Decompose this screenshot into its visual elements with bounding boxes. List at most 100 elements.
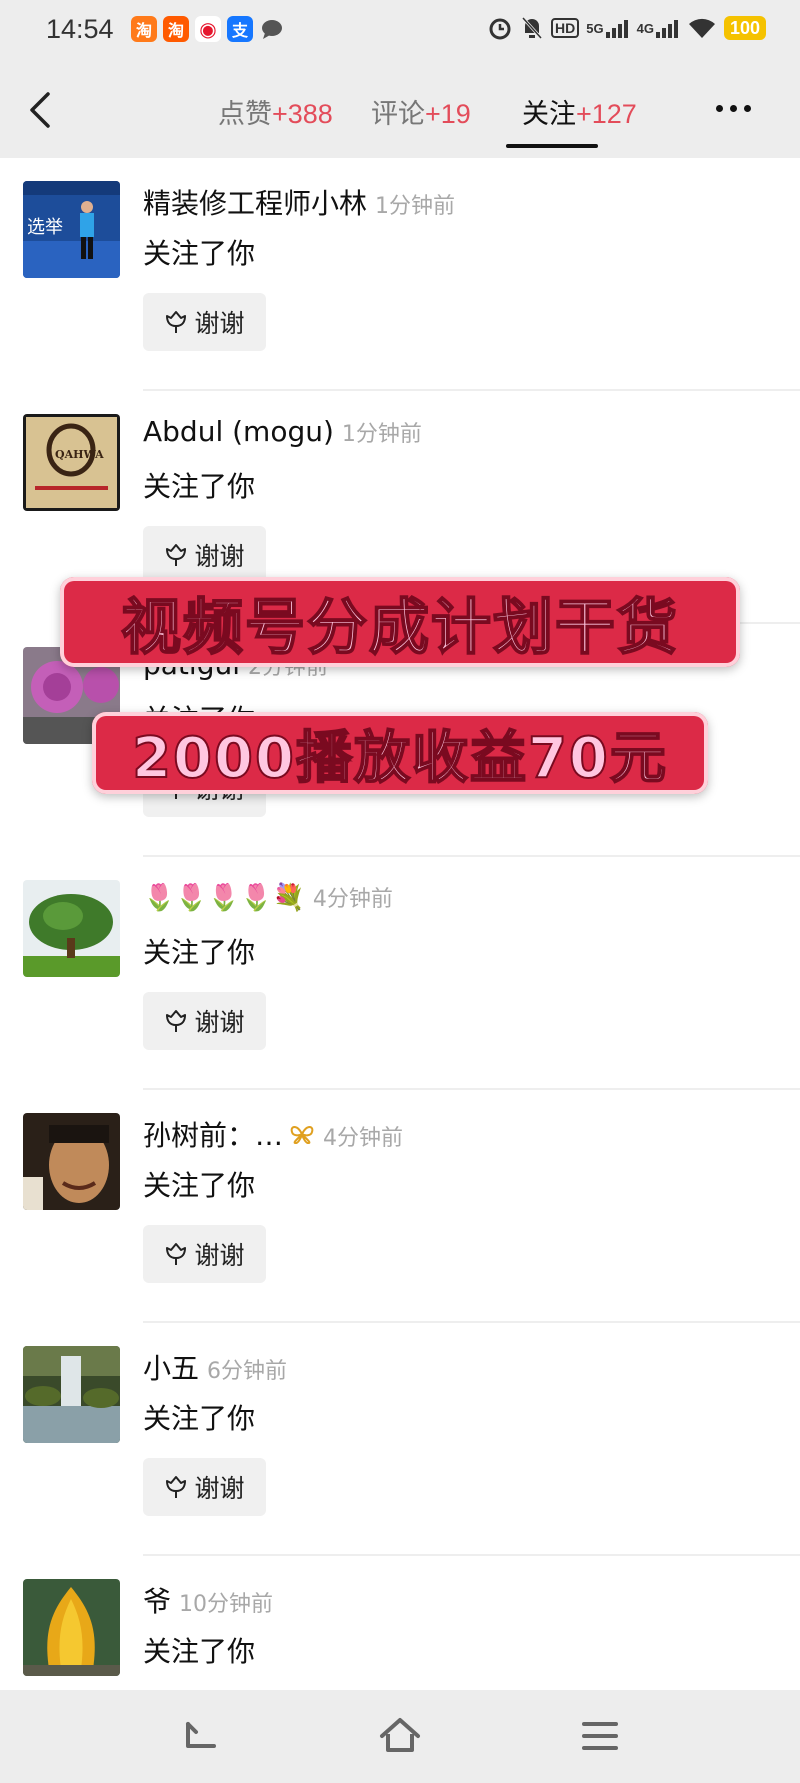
- thanks-label: 谢谢: [194, 1241, 245, 1270]
- timestamp: 1分钟前: [341, 422, 422, 447]
- menu-icon: [582, 1722, 618, 1750]
- thanks-label: 谢谢: [194, 542, 245, 571]
- user-name[interactable]: 小五: [143, 1347, 199, 1387]
- butterfly-icon: [290, 1126, 314, 1144]
- avatar[interactable]: QAHWA: [23, 414, 120, 511]
- activity-message: 关注了你: [143, 936, 256, 969]
- return-arrow-icon: [186, 1722, 216, 1748]
- tab-comments-count: +19: [425, 99, 471, 129]
- user-name[interactable]: 爷: [143, 1580, 171, 1620]
- thanks-button[interactable]: 谢谢: [143, 992, 266, 1050]
- tab-likes[interactable]: 点赞+388: [218, 92, 333, 131]
- overlay-subtitle-text: 2000播放收益70元: [131, 725, 668, 792]
- nav-menu-button[interactable]: [576, 1712, 624, 1760]
- thanks-label: 谢谢: [194, 1008, 245, 1037]
- list-item[interactable]: 小五 6分钟前 关注了你 谢谢: [0, 1323, 800, 1556]
- list-item[interactable]: 孙树前：… 4分钟前 关注了你 谢谢: [0, 1090, 800, 1323]
- avatar[interactable]: [23, 1579, 120, 1676]
- activity-message: 关注了你: [143, 1635, 256, 1668]
- weibo-icon: ◉: [195, 16, 221, 42]
- more-dot-icon: [716, 104, 723, 112]
- avatar[interactable]: [23, 1346, 120, 1443]
- timestamp: 6分钟前: [207, 1359, 288, 1384]
- tab-comments[interactable]: 评论+19: [371, 92, 471, 131]
- tab-comments-label: 评论: [371, 99, 425, 130]
- user-name[interactable]: Abdul (mogu): [143, 415, 334, 448]
- taobao-icon: 淘: [131, 16, 157, 42]
- signal-4g-icon: 4G: [637, 14, 680, 42]
- tab-follows-count: +127: [576, 99, 637, 129]
- activity-message: 关注了你: [143, 470, 256, 503]
- thanks-button[interactable]: 谢谢: [143, 1458, 266, 1516]
- chevron-left-icon: [30, 92, 50, 128]
- activity-message: 关注了你: [143, 237, 256, 270]
- timestamp: 4分钟前: [312, 887, 393, 912]
- user-name[interactable]: 精装修工程师小林: [143, 182, 367, 222]
- timestamp: 4分钟前: [323, 1126, 404, 1151]
- alarm-icon: [487, 14, 513, 42]
- thanks-label: 谢谢: [194, 309, 245, 338]
- name-line: 小五 6分钟前: [143, 1347, 287, 1387]
- nav-home-button[interactable]: [376, 1712, 424, 1760]
- user-name[interactable]: 🌷🌷🌷🌷💐: [143, 883, 305, 913]
- user-name[interactable]: 孙树前：…: [143, 1114, 283, 1154]
- message-icon: [259, 16, 285, 42]
- more-options-button[interactable]: [716, 98, 760, 118]
- avatar-logo-text: QAHWA: [55, 448, 104, 461]
- name-line: 🌷🌷🌷🌷💐 4分钟前: [143, 881, 393, 913]
- list-item[interactable]: 选举 精装修工程师小林 1分钟前 关注了你 谢谢: [0, 158, 800, 391]
- home-icon: [380, 1718, 420, 1752]
- header: 点赞+388 评论+19 关注+127: [0, 62, 800, 158]
- mute-bell-icon: [520, 14, 544, 42]
- avatar[interactable]: [23, 1113, 120, 1210]
- timestamp: 10分钟前: [179, 1592, 274, 1617]
- flower-icon: [166, 1476, 187, 1498]
- overlay-banner-title: 视频号分成计划干货: [60, 577, 740, 667]
- avatar[interactable]: 选举: [23, 181, 120, 278]
- alipay-icon: 支: [227, 16, 253, 42]
- more-dot-icon: [730, 104, 737, 112]
- hd-icon: HD: [551, 14, 580, 42]
- notification-icons: 淘 淘 ◉ 支: [131, 16, 285, 42]
- avatar[interactable]: [23, 880, 120, 977]
- tab-follows-label: 关注: [522, 99, 576, 130]
- thanks-button[interactable]: 谢谢: [143, 293, 266, 351]
- thanks-button[interactable]: 谢谢: [143, 1225, 266, 1283]
- avatar-text: 选举: [27, 217, 63, 238]
- tab-follows[interactable]: 关注+127: [522, 92, 637, 131]
- flower-icon: [166, 544, 187, 566]
- activity-message: 关注了你: [143, 1402, 256, 1435]
- signal-4g-label: 4G: [636, 20, 654, 36]
- taobao-alt-icon: 淘: [163, 16, 189, 42]
- flower-icon: [166, 311, 187, 333]
- battery-indicator: 100: [723, 16, 766, 40]
- name-line: 精装修工程师小林 1分钟前: [143, 182, 455, 222]
- name-line: 爷 10分钟前: [143, 1580, 273, 1620]
- overlay-banner-subtitle: 2000播放收益70元: [92, 712, 708, 794]
- hd-label: HD: [551, 18, 580, 38]
- back-button[interactable]: [22, 86, 62, 134]
- name-line: Abdul (mogu) 1分钟前: [143, 415, 422, 448]
- follower-list: 选举 精装修工程师小林 1分钟前 关注了你 谢谢 QAHWA Abdul (mo…: [0, 158, 800, 1783]
- list-item[interactable]: 🌷🌷🌷🌷💐 4分钟前 关注了你 谢谢: [0, 857, 800, 1090]
- activity-message: 关注了你: [143, 1169, 256, 1202]
- nav-back-button[interactable]: [176, 1712, 224, 1760]
- system-nav-bar: [0, 1690, 800, 1783]
- flower-icon: [166, 1010, 187, 1032]
- system-icons: HD 5G 4G 100: [487, 14, 766, 42]
- thanks-label: 谢谢: [194, 1474, 245, 1503]
- wifi-icon: [687, 14, 717, 42]
- signal-5g-label: 5G: [586, 20, 604, 36]
- thanks-button[interactable]: 谢谢: [143, 526, 266, 584]
- more-dot-icon: [744, 104, 751, 112]
- tab-likes-label: 点赞: [218, 99, 272, 130]
- flower-icon: [166, 1243, 187, 1265]
- status-bar: 14:54 淘 淘 ◉ 支 HD 5G 4G 100: [0, 0, 800, 62]
- active-tab-indicator: [506, 144, 598, 148]
- overlay-title-text: 视频号分成计划干货: [120, 592, 679, 664]
- status-time: 14:54: [46, 14, 114, 44]
- name-line: 孙树前：… 4分钟前: [143, 1114, 403, 1154]
- tab-likes-count: +388: [272, 99, 333, 129]
- timestamp: 1分钟前: [375, 194, 456, 219]
- signal-5g-icon: 5G: [586, 14, 629, 42]
